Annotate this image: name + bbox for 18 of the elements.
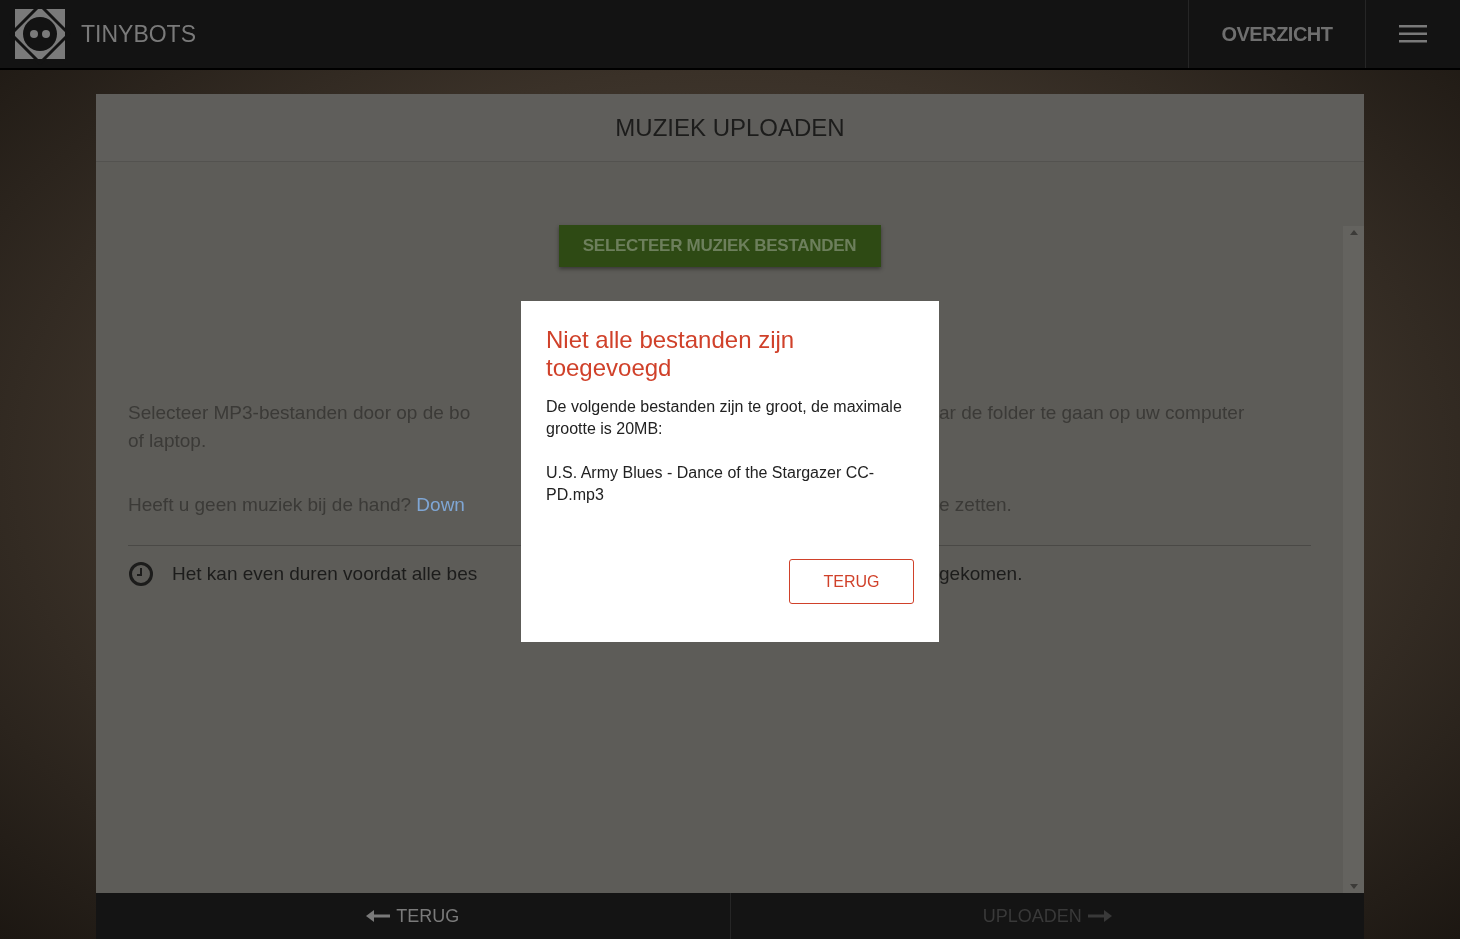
dialog-message: De volgende bestanden zijn te groot, de maximale grootte is 20MB: [546, 397, 903, 439]
scroll-up-icon[interactable] [1349, 230, 1358, 235]
instruction-text: Het kan even duren voordat alle bes [172, 562, 478, 586]
menu-icon [1399, 25, 1427, 43]
select-files-button[interactable]: SELECTEER MUZIEK BESTANDEN [558, 225, 881, 267]
arrow-left-icon [366, 910, 391, 922]
back-button[interactable]: TERUG [96, 893, 730, 939]
dialog-back-button[interactable]: TERUG [789, 559, 914, 604]
arrow-right-icon [1087, 910, 1112, 922]
dialog-title: Niet alle bestanden zijn toegevoegd [546, 326, 796, 382]
brand-name: TINYBOTS [81, 19, 196, 49]
panel-title: MUZIEK UPLOADEN [615, 112, 845, 143]
instruction-text: gekomen. [939, 562, 1023, 586]
scroll-down-icon[interactable] [1349, 884, 1358, 889]
file-name: U.S. Army Blues - Dance of the Stargazer CC-PD.mp3 [546, 463, 876, 505]
clock-icon [128, 561, 154, 587]
nav-link[interactable]: OVERZICHT [1188, 0, 1365, 68]
download-link[interactable]: Down [416, 494, 465, 515]
